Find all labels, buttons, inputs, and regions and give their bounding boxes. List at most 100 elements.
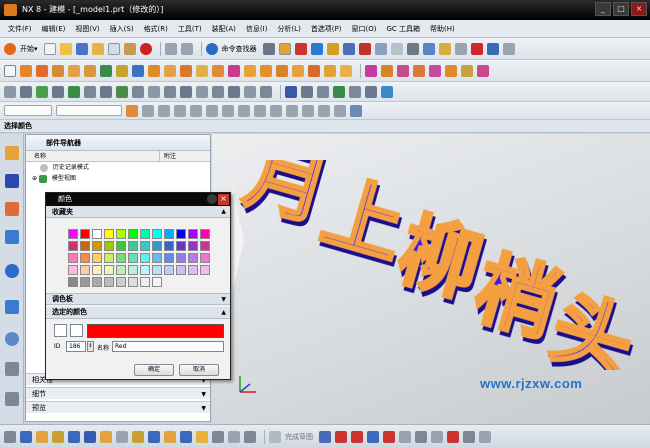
- color-swatch[interactable]: [68, 229, 78, 239]
- move-feature-icon[interactable]: [84, 85, 96, 98]
- cancel-button[interactable]: 取消: [179, 364, 219, 376]
- select-features-icon[interactable]: [126, 104, 138, 117]
- close-icon[interactable]: ×: [218, 194, 229, 205]
- paste-face-icon[interactable]: [244, 85, 256, 98]
- datum-plane-icon[interactable]: [100, 64, 112, 77]
- rectangle-icon[interactable]: [383, 430, 395, 443]
- color-swatch[interactable]: [152, 265, 162, 275]
- maximize-button[interactable]: □: [613, 2, 629, 16]
- pattern-feature-icon[interactable]: [308, 64, 320, 77]
- cut-icon[interactable]: [91, 42, 104, 55]
- menu-assembly[interactable]: 装配(A): [212, 24, 236, 34]
- selection-priority-icon[interactable]: [350, 104, 362, 117]
- offset-region-icon[interactable]: [164, 85, 176, 98]
- name-field[interactable]: Red: [112, 341, 224, 352]
- navigator-row-model-views[interactable]: ⊕ 模型视图: [26, 173, 210, 184]
- unite-icon[interactable]: [148, 64, 160, 77]
- start-menu-button[interactable]: 开始▾: [20, 44, 38, 54]
- color-swatch[interactable]: [176, 253, 186, 263]
- section-icon[interactable]: [365, 85, 377, 98]
- selection-filter-icon[interactable]: [278, 42, 291, 55]
- revolve-icon[interactable]: [36, 64, 48, 77]
- spline-icon[interactable]: [431, 430, 443, 443]
- color-swatch[interactable]: [176, 229, 186, 239]
- column-name-header[interactable]: 名称: [26, 151, 160, 161]
- color-swatch[interactable]: [164, 265, 174, 275]
- studio-surface-icon[interactable]: [477, 64, 489, 77]
- color-swatch[interactable]: [104, 229, 114, 239]
- check-icon[interactable]: [333, 85, 345, 98]
- color-swatch[interactable]: [104, 265, 114, 275]
- part-navigator-tab-icon[interactable]: [5, 146, 19, 160]
- selected-color-header[interactable]: 选定的颜色 ▲: [46, 307, 230, 319]
- color-swatch[interactable]: [80, 241, 90, 251]
- measure-icon[interactable]: [358, 42, 371, 55]
- mirror-face-icon[interactable]: [260, 85, 272, 98]
- front-view-icon[interactable]: [212, 430, 224, 443]
- history-tab-icon[interactable]: [5, 300, 19, 314]
- extend-icon[interactable]: [479, 430, 491, 443]
- menu-window[interactable]: 窗口(O): [352, 24, 377, 34]
- preview-section[interactable]: 预览 ▼: [26, 401, 210, 413]
- mirror-icon[interactable]: [324, 64, 336, 77]
- layer-settings-icon[interactable]: [148, 430, 160, 443]
- color-swatch[interactable]: [176, 241, 186, 251]
- snap-endpoint-icon[interactable]: [174, 104, 186, 117]
- color-swatch[interactable]: [116, 253, 126, 263]
- color-swatch[interactable]: [116, 241, 126, 251]
- snap-tangent-icon[interactable]: [270, 104, 282, 117]
- color-swatch[interactable]: [68, 253, 78, 263]
- navigator-row-history[interactable]: 历史记录模式: [26, 162, 210, 173]
- color-swatch[interactable]: [92, 253, 102, 263]
- resize-blend-icon[interactable]: [196, 85, 208, 98]
- wireframe-icon[interactable]: [52, 430, 64, 443]
- fit-icon[interactable]: [486, 42, 499, 55]
- process-studio-tab-icon[interactable]: [5, 362, 19, 376]
- isometric-icon[interactable]: [164, 430, 176, 443]
- move-face-icon[interactable]: [132, 85, 144, 98]
- color-swatch[interactable]: [80, 277, 90, 287]
- color-swatch[interactable]: [188, 229, 198, 239]
- color-swatch[interactable]: [188, 265, 198, 275]
- redo-icon[interactable]: [180, 42, 193, 55]
- favorites-header[interactable]: 收藏夹 ▲: [46, 206, 230, 218]
- line-icon[interactable]: [335, 430, 347, 443]
- open-icon[interactable]: [59, 42, 72, 55]
- render-icon[interactable]: [406, 42, 419, 55]
- datum-csys-icon[interactable]: [132, 64, 144, 77]
- edge-blend-icon[interactable]: [196, 64, 208, 77]
- undo-icon[interactable]: [164, 42, 177, 55]
- constraint-icon[interactable]: [301, 85, 313, 98]
- analysis-icon[interactable]: [349, 85, 361, 98]
- pocket-icon[interactable]: [84, 64, 96, 77]
- color-swatch[interactable]: [176, 265, 186, 275]
- trimetric-icon[interactable]: [180, 430, 192, 443]
- trim-body-icon[interactable]: [260, 64, 272, 77]
- color-swatch[interactable]: [68, 265, 78, 275]
- color-swatch[interactable]: [128, 229, 138, 239]
- new-icon[interactable]: [43, 42, 56, 55]
- web-browser-tab-icon[interactable]: [5, 264, 19, 278]
- color-swatch[interactable]: [152, 277, 162, 287]
- color-swatch[interactable]: [104, 277, 114, 287]
- save-icon[interactable]: [75, 42, 88, 55]
- hammer-icon[interactable]: [262, 42, 275, 55]
- sew-icon[interactable]: [381, 64, 393, 77]
- n-sided-icon[interactable]: [429, 64, 441, 77]
- color-swatch[interactable]: [140, 277, 150, 287]
- polygon-icon[interactable]: [399, 430, 411, 443]
- color-swatch[interactable]: [92, 241, 102, 251]
- color-swatch[interactable]: [200, 253, 210, 263]
- color-swatch[interactable]: [152, 229, 162, 239]
- measure-distance-icon[interactable]: [381, 85, 393, 98]
- assembly-icon[interactable]: [342, 42, 355, 55]
- color-swatch[interactable]: [80, 253, 90, 263]
- menu-preferences[interactable]: 首选项(P): [311, 24, 342, 34]
- color-swatch[interactable]: [68, 241, 78, 251]
- zoom-icon[interactable]: [502, 42, 515, 55]
- lighting-icon[interactable]: [100, 430, 112, 443]
- palette-header[interactable]: 调色板 ▼: [46, 293, 230, 305]
- color-swatch[interactable]: [152, 241, 162, 251]
- color-swatch[interactable]: [188, 241, 198, 251]
- intersect-icon[interactable]: [180, 64, 192, 77]
